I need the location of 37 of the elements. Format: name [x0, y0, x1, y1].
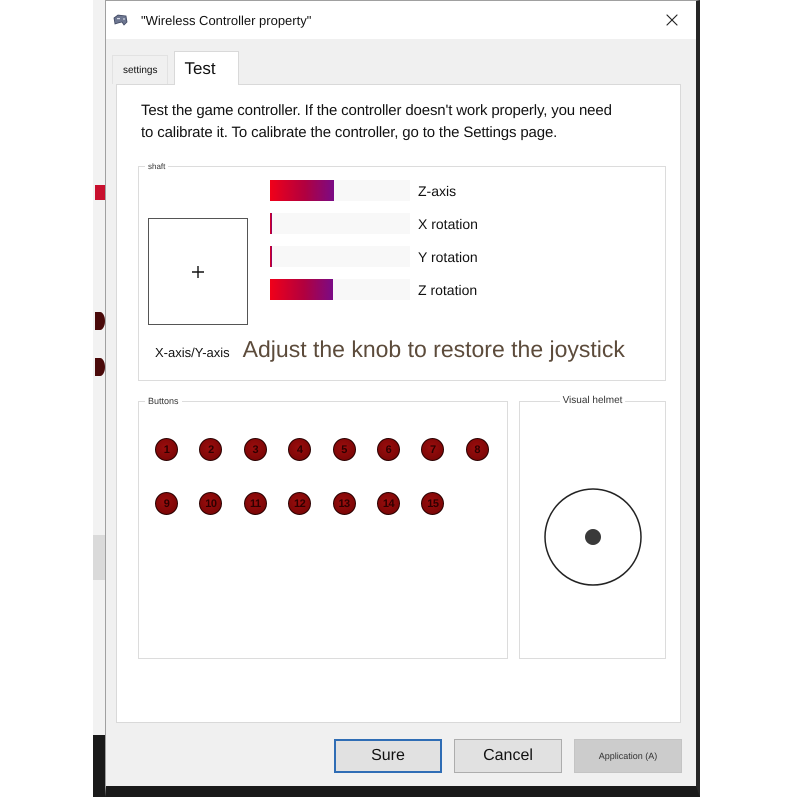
group-legend: Buttons [145, 396, 182, 407]
caption-text: Adjust the knob to restore the joystick [242, 335, 625, 363]
panel-fragment [93, 535, 105, 580]
button-indicator: 11 [244, 492, 267, 515]
button-indicator: 10 [199, 492, 222, 515]
group-legend: shaft [145, 162, 168, 172]
tab[interactable]: settings [112, 55, 168, 84]
axis-label: X-axis/Y-axis [155, 345, 230, 360]
button-indicator: 15 [421, 492, 444, 515]
button-indicator: 5 [332, 438, 356, 461]
button-indicator: 14 [376, 492, 400, 515]
dot-fragment-icon [95, 312, 105, 330]
button-indicator: 13 [332, 492, 356, 515]
button-indicator: 2 [199, 438, 222, 461]
button-indicator: 9 [155, 492, 178, 515]
dialog-button[interactable]: Sure [334, 739, 442, 773]
axis-label: Y rotation [418, 248, 478, 264]
tab[interactable]: Test [174, 51, 239, 85]
dialog-button[interactable]: Cancel [454, 739, 562, 773]
axis-label: Z-axis [418, 182, 456, 198]
window-bar-fragment [95, 185, 105, 200]
button-indicator: 7 [421, 438, 444, 461]
button-indicator: 8 [466, 438, 489, 461]
crosshair-icon [192, 266, 204, 278]
button-indicator: 4 [288, 438, 312, 461]
window-frame-fragment [93, 735, 105, 797]
button-indicator: 6 [376, 438, 400, 461]
button-indicator: 12 [288, 492, 312, 515]
button-indicator: 3 [244, 438, 267, 461]
axis-label: X rotation [418, 216, 478, 232]
description-text: Test the game controller. If the controller doesn't work properly, you need to calibrate it. To calibrate the controller, go to the Settings page. [141, 101, 613, 143]
window-title: "Wireless Controller property" [141, 12, 312, 28]
axis-label: Z rotation [418, 282, 478, 298]
button-indicator: 1 [155, 438, 178, 461]
gamepad-icon [113, 13, 128, 27]
direction-dot-icon [584, 529, 600, 545]
dot-fragment-icon [95, 358, 105, 376]
